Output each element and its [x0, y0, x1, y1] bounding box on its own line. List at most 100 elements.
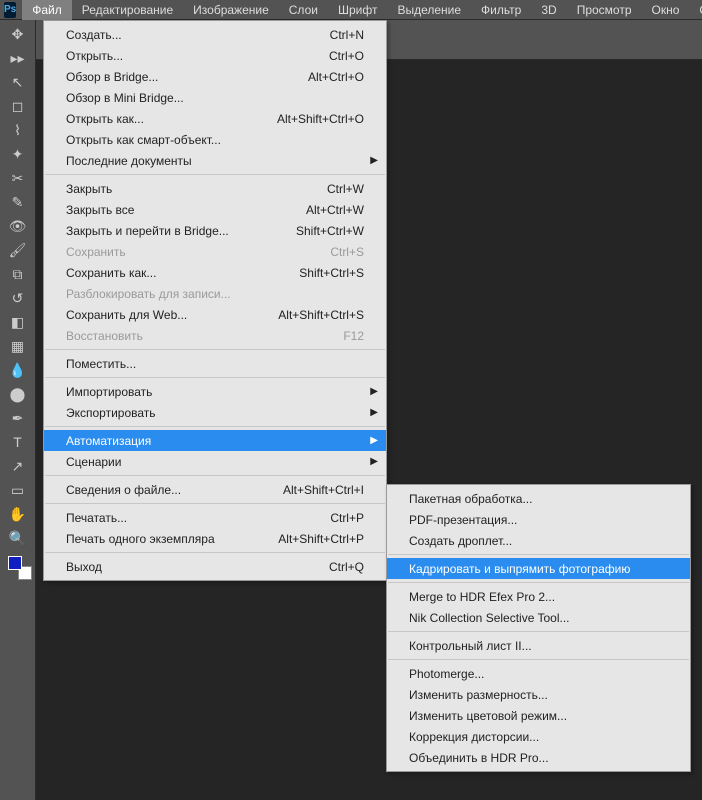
file-menu-item-2[interactable]: Обзор в Bridge...Alt+Ctrl+O — [44, 66, 386, 87]
automation-item-label: Изменить цветовой режим... — [409, 709, 668, 723]
menubar-item-слои[interactable]: Слои — [279, 0, 328, 20]
file-menu-item-shortcut: Shift+Ctrl+S — [299, 266, 364, 280]
file-menu-item-22[interactable]: Автоматизация▶ — [44, 430, 386, 451]
crop-tool[interactable]: ✂ — [6, 168, 30, 188]
submenu-arrow-icon: ▶ — [370, 386, 378, 397]
automation-item-2[interactable]: Создать дроплет... — [387, 530, 690, 551]
dodge-tool[interactable]: ⬤ — [6, 384, 30, 404]
menubar-item-файл[interactable]: Файл — [22, 0, 72, 20]
eye-tool[interactable]: 👁 — [6, 216, 30, 236]
automation-separator — [388, 582, 689, 583]
automation-item-14[interactable]: Коррекция дисторсии... — [387, 726, 690, 747]
automation-item-6[interactable]: Merge to HDR Efex Pro 2... — [387, 586, 690, 607]
file-menu-item-shortcut: Ctrl+W — [327, 182, 364, 196]
menubar-item-справка[interactable]: Справка — [689, 0, 702, 20]
file-menu-item-shortcut: Alt+Shift+Ctrl+S — [278, 308, 364, 322]
file-menu-item-label: Закрыть — [66, 182, 307, 196]
automation-item-label: Создать дроплет... — [409, 534, 668, 548]
file-menu-item-28[interactable]: Печать одного экземпляраAlt+Shift+Ctrl+P — [44, 528, 386, 549]
menubar-container: Ps ФайлРедактированиеИзображениеСлоиШриф… — [0, 0, 702, 20]
file-menu-item-15: ВосстановитьF12 — [44, 325, 386, 346]
file-menu-item-shortcut: Alt+Ctrl+O — [308, 70, 364, 84]
automation-separator — [388, 631, 689, 632]
file-menu-item-17[interactable]: Поместить... — [44, 353, 386, 374]
file-menu-item-shortcut: Ctrl+S — [330, 245, 364, 259]
arrow-tool[interactable]: ↖ — [6, 72, 30, 92]
file-menu-item-label: Сведения о файле... — [66, 483, 263, 497]
file-menu-item-3[interactable]: Обзор в Mini Bridge... — [44, 87, 386, 108]
history-tool[interactable]: ↺ — [6, 288, 30, 308]
menubar-item-выделение[interactable]: Выделение — [387, 0, 471, 20]
path-tool[interactable]: ↗ — [6, 456, 30, 476]
blur-tool[interactable]: 💧 — [6, 360, 30, 380]
file-menu-item-5[interactable]: Открыть как смарт-объект... — [44, 129, 386, 150]
automation-item-label: Nik Collection Selective Tool... — [409, 611, 668, 625]
stamp-tool[interactable]: ⧉ — [6, 264, 30, 284]
eyedropper-tool[interactable]: ✎ — [6, 192, 30, 212]
pen-tool[interactable]: ✒ — [6, 408, 30, 428]
file-menu-separator — [45, 349, 385, 350]
menubar-item-изображение[interactable]: Изображение — [183, 0, 279, 20]
file-menu-item-9[interactable]: Закрыть всеAlt+Ctrl+W — [44, 199, 386, 220]
zoom-tool[interactable]: 🔍 — [6, 528, 30, 548]
file-menu-item-label: Закрыть все — [66, 203, 286, 217]
expand-tool[interactable]: ▸▸ — [6, 48, 30, 68]
file-menu-item-14[interactable]: Сохранить для Web...Alt+Shift+Ctrl+S — [44, 304, 386, 325]
automation-item-1[interactable]: PDF-презентация... — [387, 509, 690, 530]
automation-item-0[interactable]: Пакетная обработка... — [387, 488, 690, 509]
file-menu-item-25[interactable]: Сведения о файле... Alt+Shift+Ctrl+I — [44, 479, 386, 500]
automation-item-label: PDF-презентация... — [409, 513, 668, 527]
brush-tool[interactable]: 🖌 — [6, 240, 30, 260]
automation-item-4[interactable]: Кадрировать и выпрямить фотографию — [387, 558, 690, 579]
file-menu-item-0[interactable]: Создать... Ctrl+N — [44, 24, 386, 45]
menubar: ФайлРедактированиеИзображениеСлоиШрифтВы… — [22, 0, 702, 20]
file-menu-item-8[interactable]: Закрыть Ctrl+W — [44, 178, 386, 199]
gradient-tool[interactable]: ▦ — [6, 336, 30, 356]
file-menu-item-20[interactable]: Экспортировать▶ — [44, 402, 386, 423]
file-menu-item-label: Печать одного экземпляра — [66, 532, 258, 546]
file-menu-item-10[interactable]: Закрыть и перейти в Bridge...Shift+Ctrl+… — [44, 220, 386, 241]
automation-item-12[interactable]: Изменить размерность... — [387, 684, 690, 705]
file-menu-item-19[interactable]: Импортировать▶ — [44, 381, 386, 402]
file-menu-item-label: Открыть как... — [66, 112, 257, 126]
automation-item-7[interactable]: Nik Collection Selective Tool... — [387, 607, 690, 628]
file-menu-item-label: Выход — [66, 560, 309, 574]
eraser-tool[interactable]: ◧ — [6, 312, 30, 332]
file-menu-item-shortcut: Alt+Shift+Ctrl+I — [283, 483, 364, 497]
menubar-item-3d[interactable]: 3D — [531, 0, 566, 20]
file-menu-item-27[interactable]: Печатать...Ctrl+P — [44, 507, 386, 528]
lasso-tool[interactable]: ⌇ — [6, 120, 30, 140]
move-tool[interactable]: ✥ — [6, 24, 30, 44]
menubar-item-фильтр[interactable]: Фильтр — [471, 0, 531, 20]
color-swatch[interactable] — [8, 556, 28, 576]
automation-item-label: Merge to HDR Efex Pro 2... — [409, 590, 668, 604]
file-menu-item-1[interactable]: Открыть...Ctrl+O — [44, 45, 386, 66]
file-menu-item-label: Создать... — [66, 28, 310, 42]
menubar-item-редактирование[interactable]: Редактирование — [72, 0, 183, 20]
wand-tool[interactable]: ✦ — [6, 144, 30, 164]
file-menu-item-4[interactable]: Открыть как... Alt+Shift+Ctrl+O — [44, 108, 386, 129]
file-menu-item-label: Обзор в Mini Bridge... — [66, 91, 364, 105]
automation-item-11[interactable]: Photomerge... — [387, 663, 690, 684]
file-menu-item-label: Экспортировать — [66, 406, 364, 420]
file-menu-item-shortcut: Ctrl+Q — [329, 560, 364, 574]
file-menu-item-13: Разблокировать для записи... — [44, 283, 386, 304]
file-menu-item-6[interactable]: Последние документы▶ — [44, 150, 386, 171]
file-menu-item-23[interactable]: Сценарии▶ — [44, 451, 386, 472]
file-menu-item-12[interactable]: Сохранить как...Shift+Ctrl+S — [44, 262, 386, 283]
file-menu-item-11: СохранитьCtrl+S — [44, 241, 386, 262]
automation-item-13[interactable]: Изменить цветовой режим... — [387, 705, 690, 726]
file-menu-item-30[interactable]: Выход Ctrl+Q — [44, 556, 386, 577]
menubar-item-шрифт[interactable]: Шрифт — [328, 0, 387, 20]
menubar-item-окно[interactable]: Окно — [642, 0, 690, 20]
automation-item-9[interactable]: Контрольный лист II... — [387, 635, 690, 656]
file-menu-item-shortcut: Alt+Shift+Ctrl+O — [277, 112, 364, 126]
marquee-tool[interactable]: ◻ — [6, 96, 30, 116]
file-menu-item-shortcut: Ctrl+N — [330, 28, 364, 42]
automation-item-15[interactable]: Объединить в HDR Pro... — [387, 747, 690, 768]
file-menu-item-shortcut: F12 — [343, 329, 364, 343]
menubar-item-просмотр[interactable]: Просмотр — [567, 0, 642, 20]
hand-tool[interactable]: ✋ — [6, 504, 30, 524]
type-tool[interactable]: T — [6, 432, 30, 452]
shape-tool[interactable]: ▭ — [6, 480, 30, 500]
